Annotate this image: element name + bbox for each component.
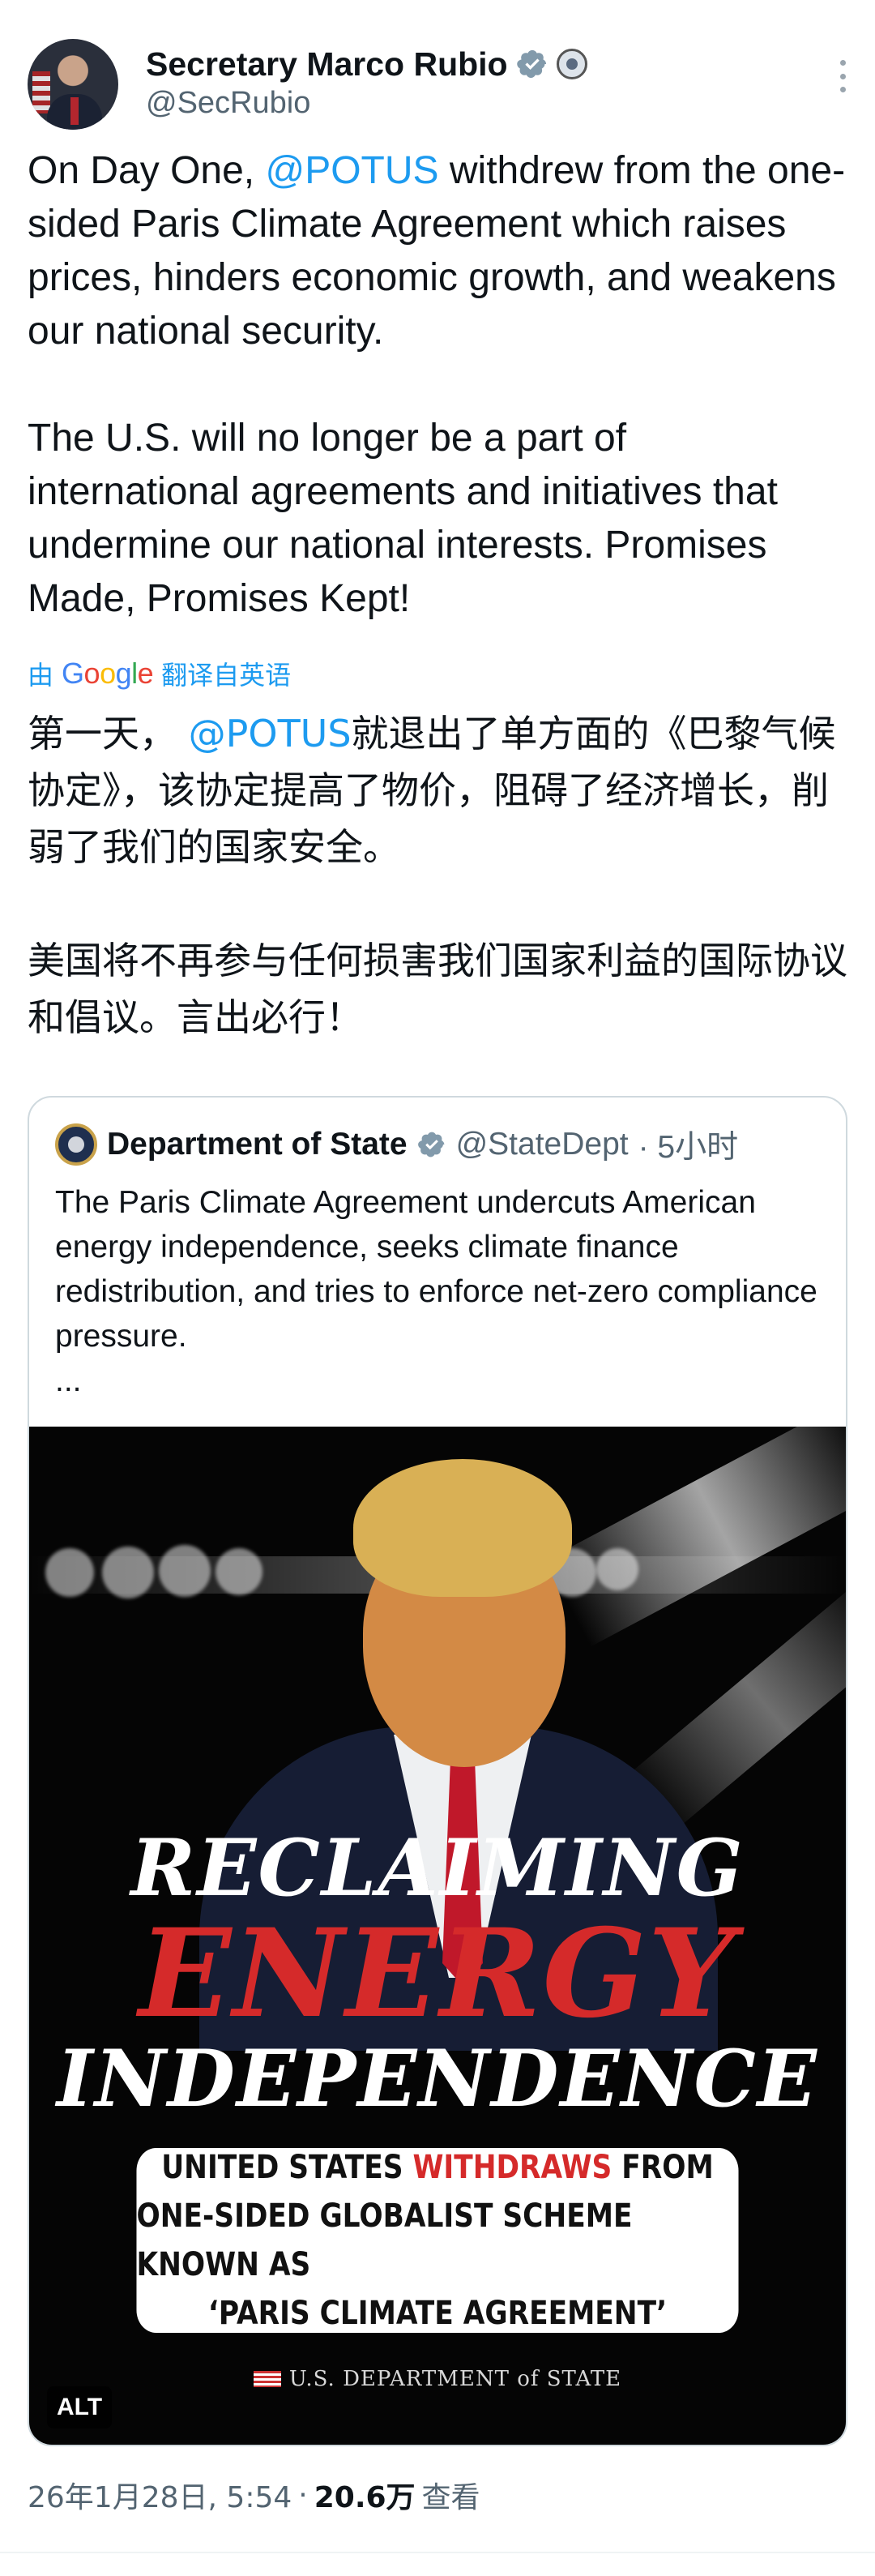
avatar-tie (70, 97, 79, 125)
timestamp[interactable]: 26年1月28日, 5:54 (28, 2474, 292, 2516)
translation-by: 由 (28, 660, 54, 691)
mention-link[interactable]: @POTUS (265, 149, 438, 192)
quoted-timestamp: · 5小时 (638, 1130, 739, 1165)
media-banner: UNITED STATES WITHDRAWS FROM ONE-SIDED G… (136, 2148, 739, 2333)
tweet: Secretary Marco Rubio @SecRubio On Day O… (0, 0, 875, 2576)
banner-line-1: UNITED STATES WITHDRAWS FROM (161, 2149, 714, 2186)
translated-text-pre: 第一天， (28, 712, 189, 755)
alt-text-button[interactable]: ALT (47, 2386, 113, 2428)
avatar[interactable] (28, 39, 118, 130)
state-dept-seal-icon (55, 1123, 97, 1166)
headline-energy: ENERGY (139, 1902, 736, 2045)
state-dept-footer: U.S. DEPARTMENT of STATE (29, 2367, 846, 2391)
bokeh-light (45, 1548, 94, 1597)
author-name-row: Secretary Marco Rubio (146, 44, 587, 84)
portrait-hair (353, 1459, 572, 1597)
view-label: 查看 (421, 2481, 480, 2514)
media-headline: RECLAIMING ENERGY INDEPENDENCE (29, 1824, 846, 2124)
google-logo: Google (62, 657, 154, 690)
quoted-author-name: Department of State (107, 1127, 408, 1162)
author-handle[interactable]: @SecRubio (146, 86, 310, 121)
divider (0, 2552, 875, 2553)
author-name[interactable]: Secretary Marco Rubio (146, 45, 508, 83)
translated-text-post: 就退出了单方面的《巴黎气候协定》，该协定提高了物价，阻碍了经济增长，削弱了我们的… (28, 712, 847, 1039)
quoted-tweet-card[interactable]: Department of State @StateDept · 5小时 The… (28, 1096, 847, 2446)
quoted-verified-badge-icon (417, 1132, 444, 1157)
translated-text: 第一天， @POTUS就退出了单方面的《巴黎气候协定》，该协定提高了物价，阻碍了… (28, 705, 847, 1046)
meta-separator: · (298, 2478, 308, 2512)
avatar-flag (32, 71, 50, 113)
quoted-author-handle: @StateDept (455, 1127, 629, 1162)
tweet-header: Secretary Marco Rubio @SecRubio (28, 39, 847, 130)
state-dept-footer-text: U.S. DEPARTMENT of STATE (288, 2367, 622, 2391)
us-flag-icon (253, 2371, 281, 2387)
bokeh-light (102, 1547, 154, 1598)
translated-mention-link[interactable]: @POTUS (189, 712, 352, 755)
headline-reclaiming: RECLAIMING (130, 1822, 745, 1914)
tweet-text-post: withdrew from the one-sided Paris Climat… (28, 149, 846, 620)
translation-label: 翻译自英语 (161, 660, 292, 691)
verified-badge-icon (516, 49, 546, 79)
translation-attribution[interactable]: 由 Google 翻译自英语 (28, 653, 291, 694)
tweet-text: On Day One, @POTUS withdrew from the one… (28, 144, 847, 626)
quoted-text: The Paris Climate Agreement undercuts Am… (55, 1185, 817, 1398)
quoted-header: Department of State @StateDept · 5小时 (55, 1122, 738, 1167)
tweet-text-pre: On Day One, (28, 149, 266, 192)
tweet-meta: 26年1月28日, 5:54 · 20.6万 查看 (28, 2472, 480, 2518)
government-seal-icon (556, 49, 587, 79)
view-count: 20.6万 (314, 2481, 416, 2514)
banner-line-3: ‘PARIS CLIMATE AGREEMENT’ (207, 2295, 668, 2332)
headline-independence: INDEPENDENCE (57, 2033, 818, 2125)
more-options-icon[interactable] (838, 60, 847, 92)
quoted-media-image[interactable]: RECLAIMING ENERGY INDEPENDENCE UNITED ST… (29, 1427, 846, 2445)
banner-line-2: ONE-SIDED GLOBALIST SCHEME KNOWN AS (136, 2197, 633, 2283)
